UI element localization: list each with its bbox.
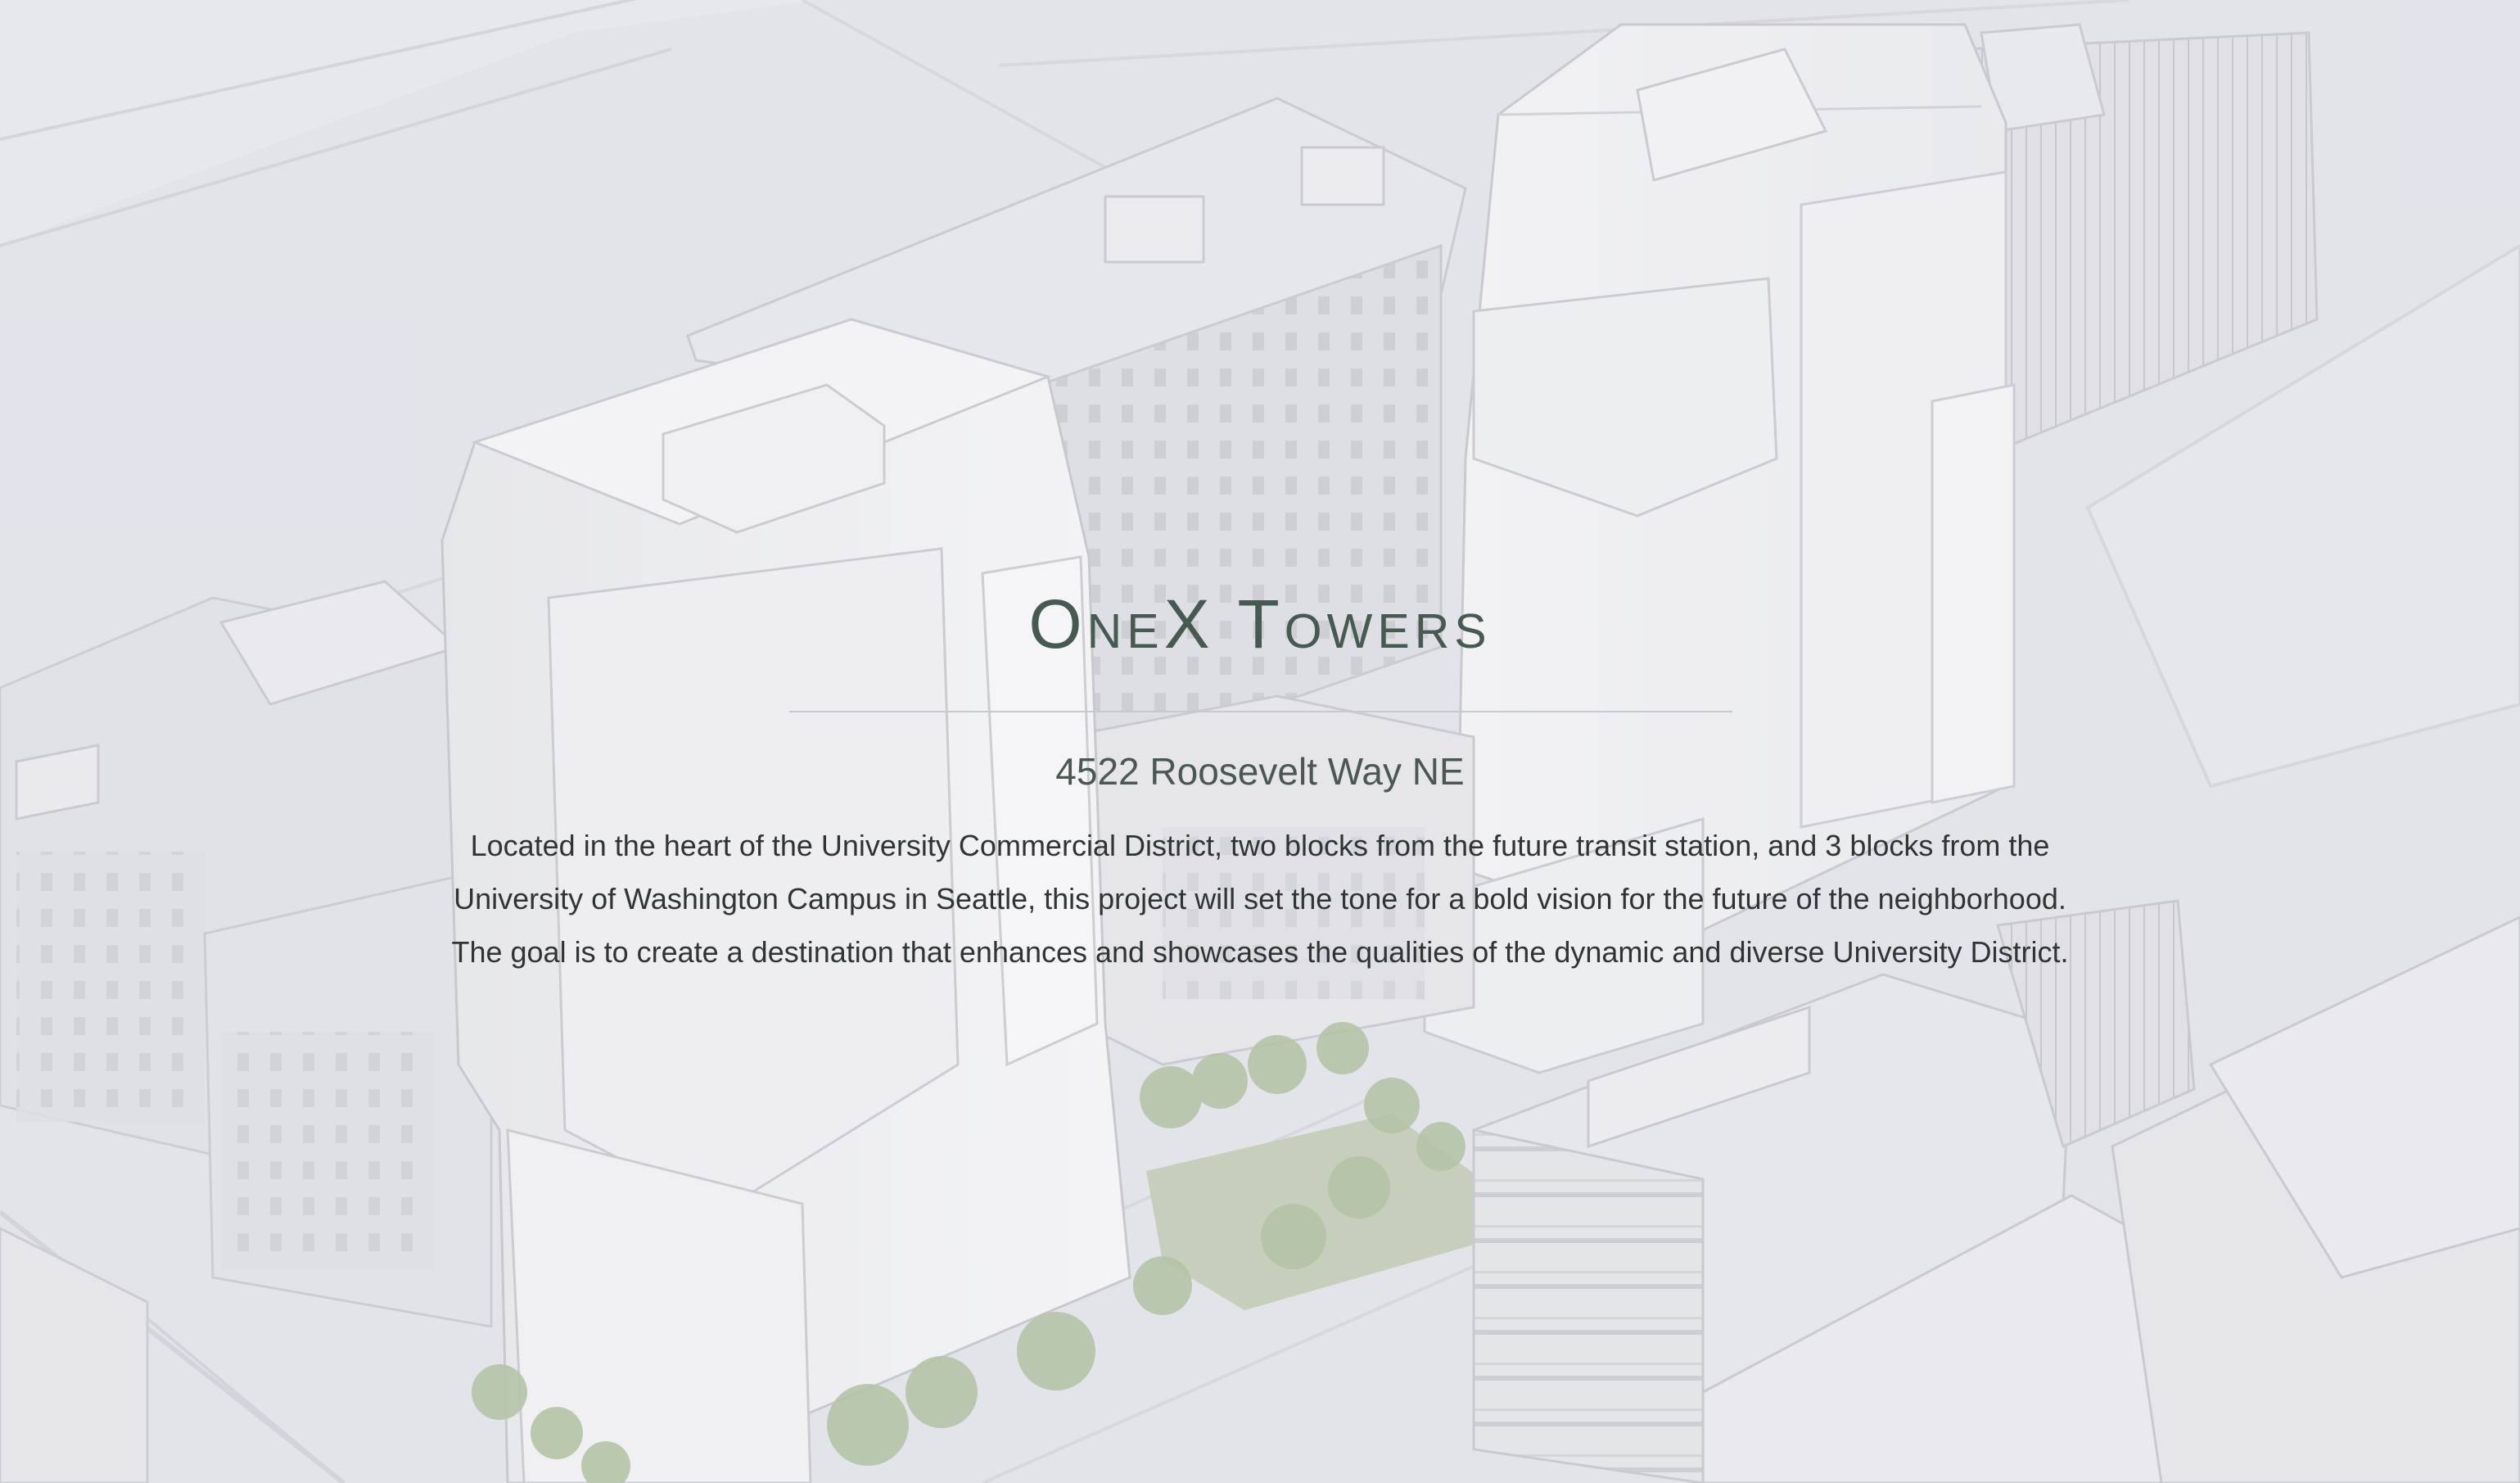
project-address: 4522 Roosevelt Way NE xyxy=(1055,750,1465,793)
project-description: Located in the heart of the University C… xyxy=(360,819,2160,979)
description-line: The goal is to create a destination that… xyxy=(451,935,2069,969)
description-line: University of Washington Campus in Seatt… xyxy=(454,882,2066,916)
title-divider xyxy=(789,711,1732,712)
hero-content: OneX Towers 4522 Roosevelt Way NE Locate… xyxy=(0,0,2520,1483)
description-line: Located in the heart of the University C… xyxy=(470,829,2050,862)
project-title: OneX Towers xyxy=(1028,586,1492,662)
hero-section: OneX Towers 4522 Roosevelt Way NE Locate… xyxy=(0,0,2520,1483)
